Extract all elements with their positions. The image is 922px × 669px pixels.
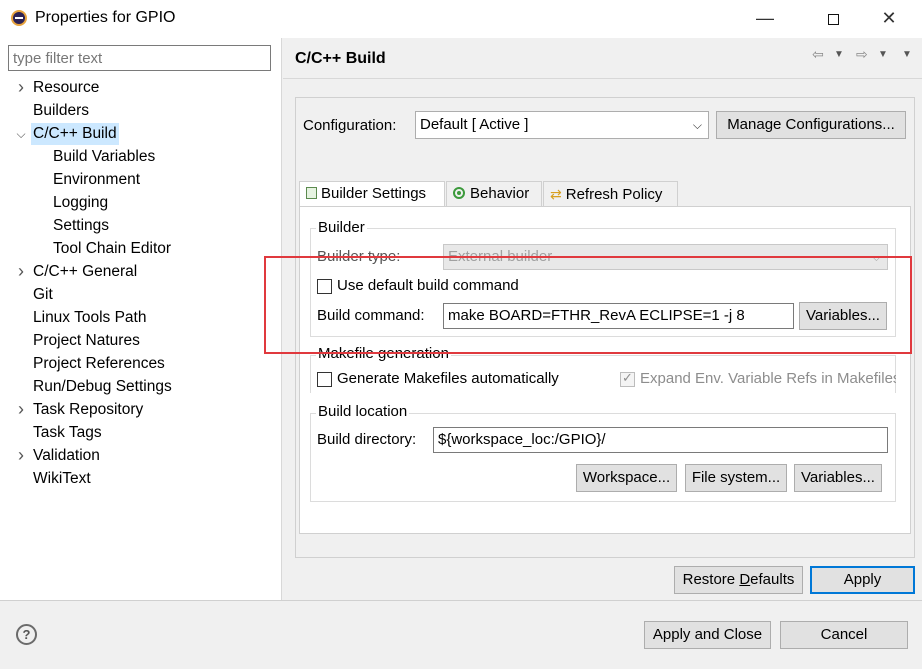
build-directory-input[interactable]: ${workspace_loc:/GPIO}/ [433,427,888,453]
forward-menu-chevron-icon[interactable]: ▼ [878,49,888,60]
restore-defaults-prefix: Restore [682,571,740,588]
tree-item-label: WikiText [33,470,91,487]
tree-item-settings[interactable]: Settings [0,215,282,237]
restore-defaults-mnemonic: D [739,571,751,588]
tree-item-label: Build Variables [53,148,156,165]
generate-makefiles-label: Generate Makefiles automatically [337,370,559,387]
window-title: Properties for GPIO [35,9,176,26]
header-divider [283,78,922,79]
chevron-right-icon[interactable]: › [15,261,27,283]
configuration-label: Configuration: [303,117,397,134]
tree-item-label: Linux Tools Path [33,309,147,326]
minimize-button[interactable]: — [742,0,788,38]
behavior-icon [453,187,465,199]
generate-makefiles-checkbox[interactable] [317,372,332,387]
tree-item-label: Task Tags [33,424,102,441]
tree-item-logging[interactable]: Logging [0,192,282,214]
maximize-icon [827,13,839,25]
filter-input[interactable] [8,45,271,71]
manage-configurations-button[interactable]: Manage Configurations... [716,111,906,139]
tree-item-builders[interactable]: Builders [0,100,282,122]
tree-item-label: C/C++ General [33,263,138,280]
highlight-box [264,256,912,354]
builder-settings-icon [306,187,317,199]
tree-item-validation[interactable]: › Validation [0,445,282,467]
back-menu-chevron-icon[interactable]: ▼ [834,49,844,60]
tree-item-run-debug-settings[interactable]: Run/Debug Settings [0,376,282,398]
builder-group-title: Builder [316,219,367,236]
tree-item-label: Resource [33,79,100,96]
tab-behavior[interactable]: Behavior [446,181,542,207]
file-system-button[interactable]: File system... [685,464,787,492]
tab-builder-settings[interactable]: Builder Settings [299,181,445,207]
expand-env-label: Expand Env. Variable Refs in Makefiles [640,370,896,387]
build-location-group-title: Build location [316,403,410,420]
tree-item-label: C/C++ Build [31,123,119,145]
tree-item-label: Run/Debug Settings [33,378,172,395]
apply-button[interactable]: Apply [810,566,915,594]
location-variables-button[interactable]: Variables... [794,464,882,492]
tree-item-label: Task Repository [33,401,144,418]
build-directory-label: Build directory: [317,431,417,448]
tree-item-task-tags[interactable]: Task Tags [0,422,282,444]
page-title: C/C++ Build [295,50,386,67]
chevron-right-icon[interactable]: › [15,399,27,421]
tree-item-c-c-build[interactable]: ⌵ C/C++ Build [0,123,282,145]
refresh-policy-icon: ⇄ [550,186,562,202]
tree-item-linux-tools-path[interactable]: Linux Tools Path [0,307,282,329]
close-button[interactable]: ✕ [866,0,912,38]
expand-env-checkbox[interactable]: ✓ [620,370,635,387]
configuration-select[interactable]: Default [ Active ] ⌵ [415,111,709,139]
chevron-down-icon: ⌵ [692,118,702,132]
apply-and-close-button[interactable]: Apply and Close [644,621,771,649]
bottom-divider [0,600,922,601]
tree-item-label: Builders [33,102,89,119]
tree-item-label: Git [33,286,53,303]
tree-item-project-natures[interactable]: Project Natures [0,330,282,352]
tree-item-task-repository[interactable]: › Task Repository [0,399,282,421]
tree-item-c-c-general[interactable]: › C/C++ General [0,261,282,283]
chevron-right-icon[interactable]: › [15,77,27,99]
view-menu-icon[interactable]: ▼ [902,49,912,60]
chevron-right-icon[interactable]: › [15,445,27,467]
tree-item-label: Settings [53,217,110,234]
tree-item-resource[interactable]: › Resource [0,77,282,99]
restore-defaults-button[interactable]: Restore Defaults [674,566,803,594]
tree-item-label: Tool Chain Editor [53,240,172,257]
maximize-button[interactable] [810,0,856,38]
check-icon: ✓ [622,370,633,385]
tab-label: Behavior [470,185,530,202]
tree-item-build-variables[interactable]: Build Variables [0,146,282,168]
help-icon[interactable]: ? [16,624,37,645]
chevron-down-icon[interactable]: ⌵ [15,123,27,145]
tree-item-wikitext[interactable]: WikiText [0,468,282,490]
tree-item-label: Validation [33,447,100,464]
workspace-button[interactable]: Workspace... [576,464,677,492]
tree-item-label: Environment [53,171,141,188]
tree-item-project-references[interactable]: Project References [0,353,282,375]
tree-item-label: Project References [33,355,165,372]
tree-item-label: Logging [53,194,109,211]
tree-item-environment[interactable]: Environment [0,169,282,191]
tab-refresh-policy[interactable]: ⇄ Refresh Policy [543,181,678,207]
eclipse-icon [11,10,27,26]
configuration-value: Default [ Active ] [420,116,529,133]
tab-label: Refresh Policy [565,186,663,203]
tree-item-tool-chain-editor[interactable]: Tool Chain Editor [0,238,282,260]
tab-label: Builder Settings [321,185,427,202]
restore-defaults-suffix: efaults [750,571,795,588]
forward-arrow-icon[interactable]: ⇨ [856,46,868,63]
cancel-button[interactable]: Cancel [780,621,908,649]
tree-item-git[interactable]: Git [0,284,282,306]
tree-item-label: Project Natures [33,332,140,349]
back-arrow-icon[interactable]: ⇦ [812,46,824,63]
